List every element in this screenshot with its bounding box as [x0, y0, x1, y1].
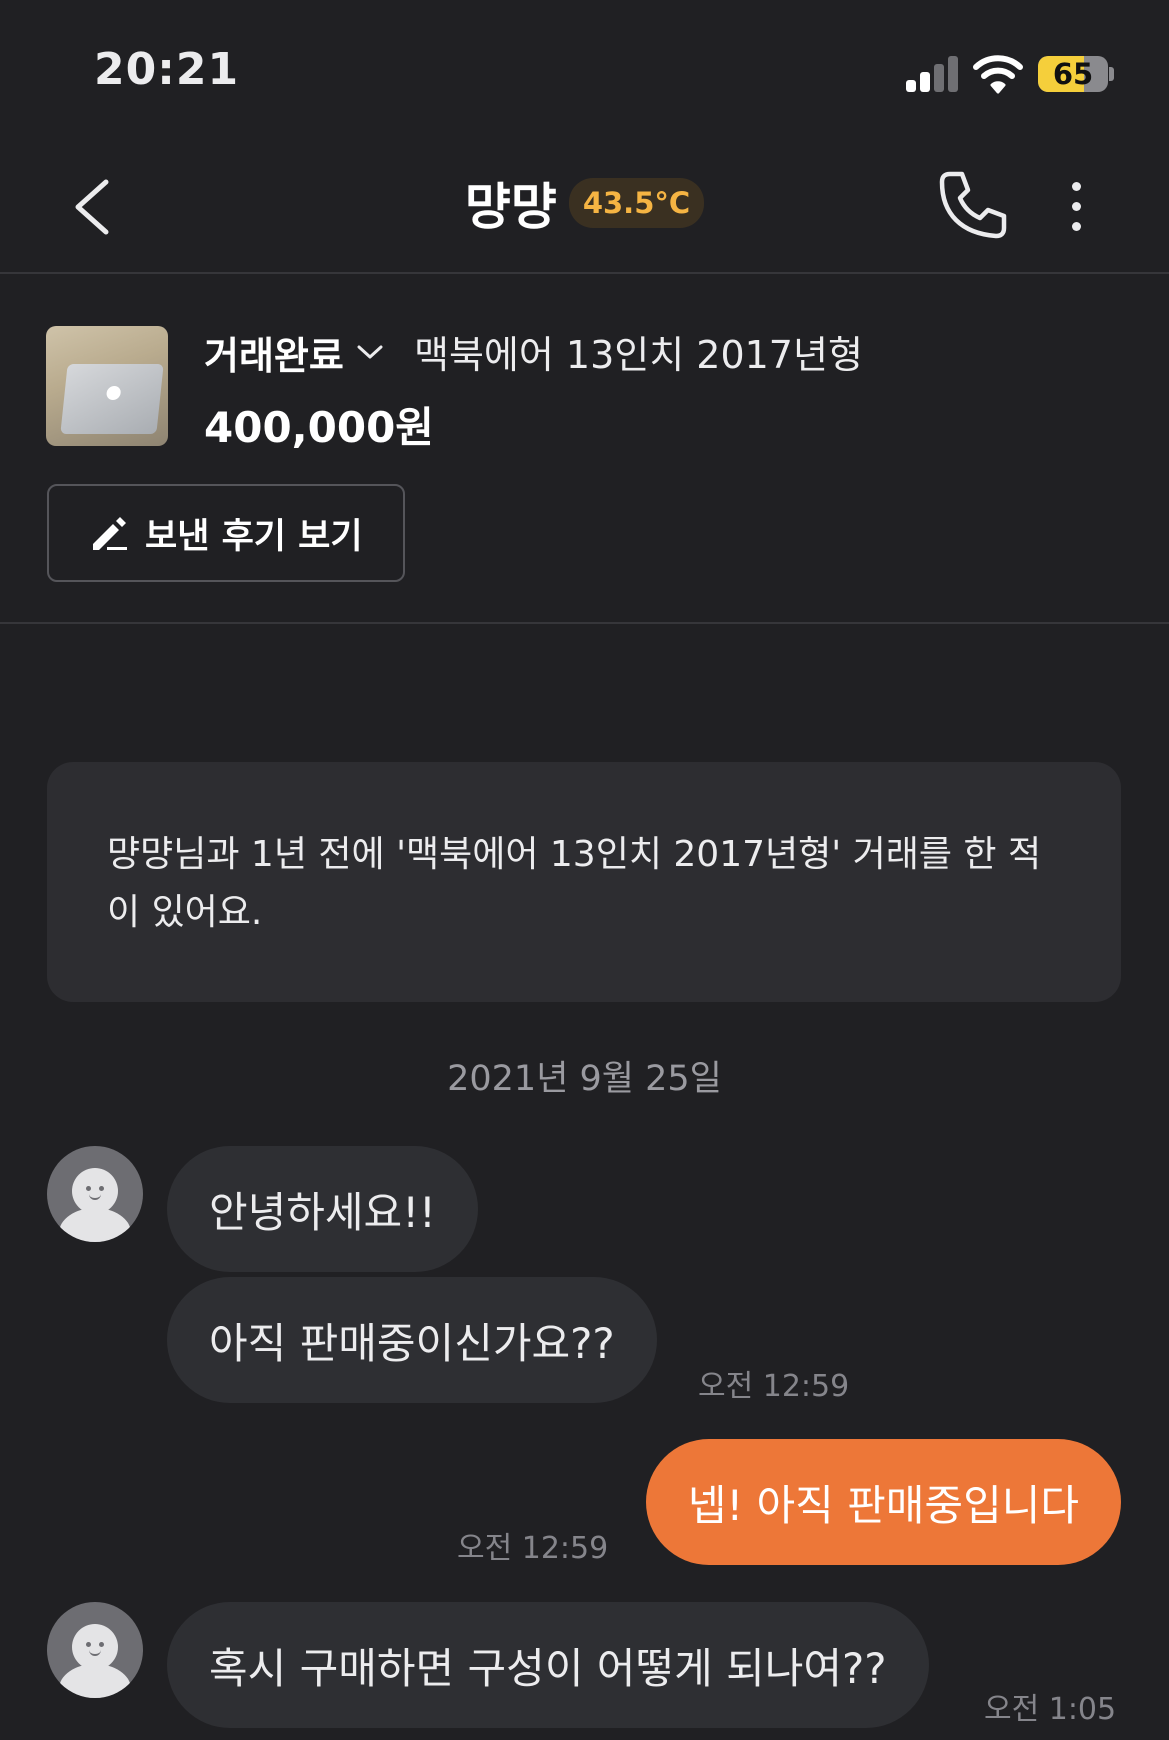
chevron-down-icon — [357, 345, 383, 359]
cellular-signal-icon — [906, 56, 958, 92]
product-divider — [0, 622, 1169, 624]
message-timestamp: 오전 12:59 — [457, 1531, 609, 1566]
avatar[interactable] — [47, 1602, 143, 1698]
trade-status-dropdown[interactable]: 거래완료 — [204, 322, 384, 382]
product-price: 400,000원 — [204, 403, 434, 452]
phone-call-button[interactable] — [936, 168, 1010, 242]
trade-status-label: 거래완료 — [204, 333, 344, 378]
header-divider — [0, 272, 1169, 274]
partner-name[interactable]: 먕먕 — [465, 167, 557, 239]
battery-tip — [1109, 67, 1114, 81]
manner-temperature-badge: 43.5°C — [568, 178, 705, 228]
status-time: 20:21 — [94, 44, 240, 95]
my-message-bubble[interactable]: 넵! 아직 판매중입니다 — [645, 1439, 1121, 1565]
battery-icon: 65 — [1038, 56, 1108, 92]
view-sent-review-button[interactable]: 보낸 후기 보기 — [47, 484, 405, 582]
review-button-label: 보낸 후기 보기 — [145, 516, 363, 557]
message-bubble[interactable]: 아직 판매중이신가요?? — [167, 1277, 657, 1403]
message-timestamp: 오전 1:05 — [984, 1692, 1117, 1727]
avatar[interactable] — [47, 1146, 143, 1242]
product-thumbnail[interactable] — [46, 326, 168, 446]
phone-icon — [939, 171, 1007, 239]
pencil-icon — [93, 517, 127, 550]
more-options-button[interactable] — [1056, 178, 1096, 234]
date-divider: 2021년 9월 25일 — [447, 1059, 722, 1099]
laptop-image — [60, 364, 164, 434]
trade-history-notice: 먕먕님과 1년 전에 '맥북에어 13인치 2017년형' 거래를 한 적이 있… — [47, 762, 1121, 1002]
battery-percentage: 65 — [1052, 57, 1094, 91]
message-bubble[interactable]: 안녕하세요!! — [167, 1146, 478, 1272]
message-timestamp: 오전 12:59 — [698, 1369, 850, 1404]
message-bubble[interactable]: 혹시 구매하면 구성이 어떻게 되나여?? — [167, 1602, 929, 1728]
wifi-icon — [973, 55, 1023, 94]
product-title[interactable]: 맥북에어 13인치 2017년형 — [414, 324, 863, 379]
